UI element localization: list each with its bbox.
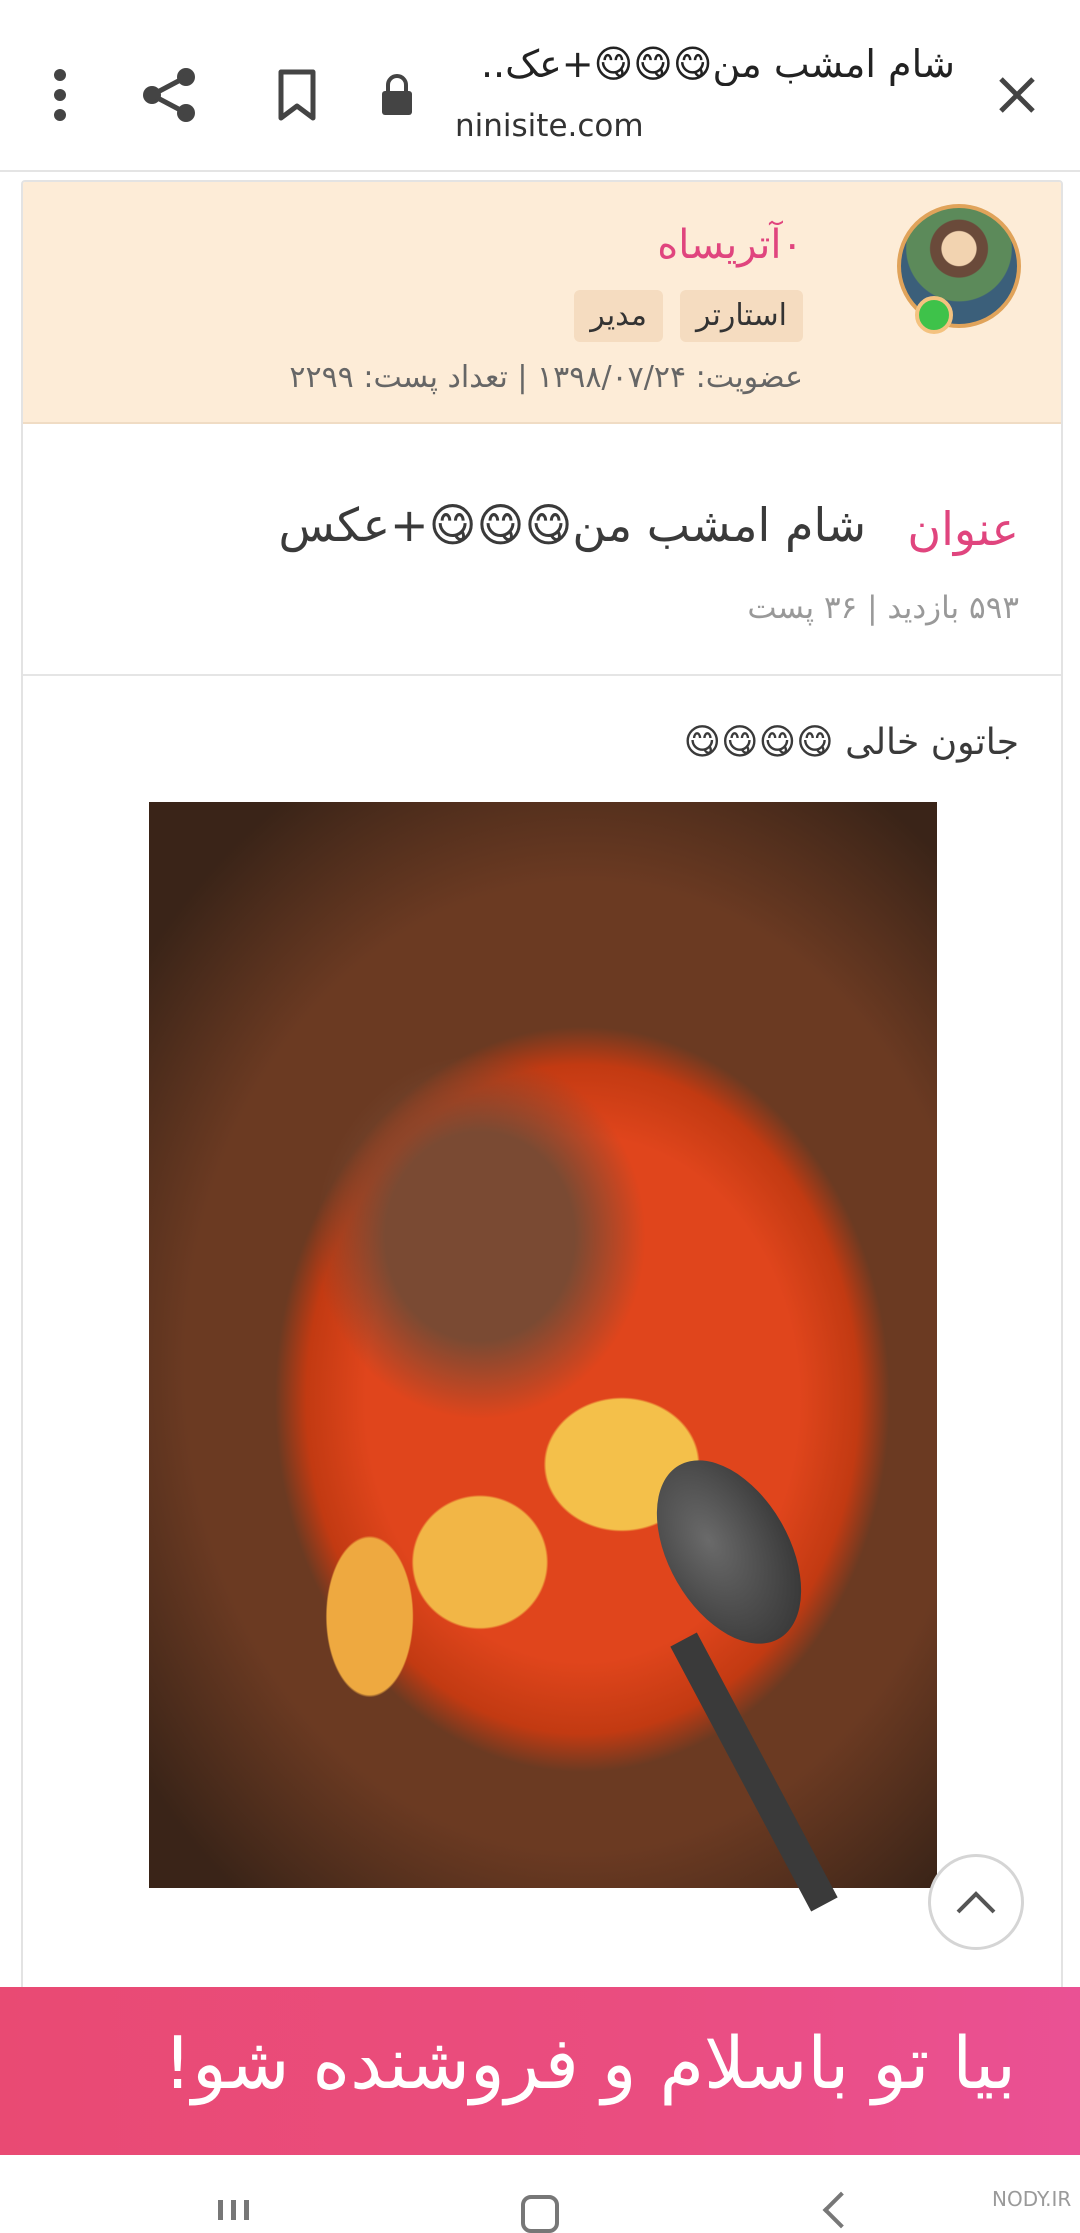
page-title: شام امشب من😋😋😋+عک..: [480, 42, 955, 86]
page-url[interactable]: ninisite.com: [455, 108, 644, 144]
online-status-dot: [915, 296, 953, 334]
scroll-to-top-button[interactable]: [928, 1854, 1024, 1950]
author-name[interactable]: ۰آتریساه: [657, 222, 803, 268]
recent-apps-icon[interactable]: [218, 2200, 258, 2220]
page-title-block: شام امشب من😋😋😋+عک..: [315, 42, 955, 86]
food-photo[interactable]: [149, 802, 937, 1912]
share-icon[interactable]: [135, 55, 205, 135]
topic-title: شام امشب من😋😋😋+عکس: [278, 498, 866, 552]
ladle-handle-shape: [670, 1632, 838, 1912]
badge-admin: مدیر: [574, 290, 663, 342]
post-text: جاتون خالی 😋😋😋😋: [683, 722, 1019, 763]
promo-banner[interactable]: بیا تو باسلام و فروشنده شو!: [0, 1987, 1080, 2155]
system-navigation-bar: [0, 2155, 1080, 2233]
ladle-shape: [627, 1435, 831, 1669]
home-icon[interactable]: [521, 2195, 559, 2233]
topic-header: عنوان شام امشب من😋😋😋+عکس ۵۹۳ بازدید | ۳۶…: [23, 422, 1061, 676]
author-panel: ۰آتریساه استارتر مدیر عضویت: ۱۳۹۸/۰۷/۲۴ …: [23, 182, 1061, 424]
topic-label: عنوان: [907, 502, 1019, 556]
topic-stats: ۵۹۳ بازدید | ۳۶ پست: [747, 590, 1019, 626]
browser-toolbar: شام امشب من😋😋😋+عک.. ninisite.com: [0, 0, 1080, 172]
back-icon[interactable]: [822, 2191, 860, 2229]
membership-info: عضویت: ۱۳۹۸/۰۷/۲۴ | تعداد پست: ۲۲۹۹: [289, 360, 803, 395]
post-card: ۰آتریساه استارتر مدیر عضویت: ۱۳۹۸/۰۷/۲۴ …: [21, 180, 1063, 2004]
chevron-up-icon: [956, 1891, 996, 1914]
more-vert-icon[interactable]: [25, 55, 95, 135]
watermark: NODY.IR: [992, 2187, 1072, 2211]
banner-text: بیا تو باسلام و فروشنده شو!: [163, 2021, 1016, 2105]
close-icon[interactable]: [982, 55, 1052, 135]
badge-starter: استارتر: [679, 290, 803, 342]
